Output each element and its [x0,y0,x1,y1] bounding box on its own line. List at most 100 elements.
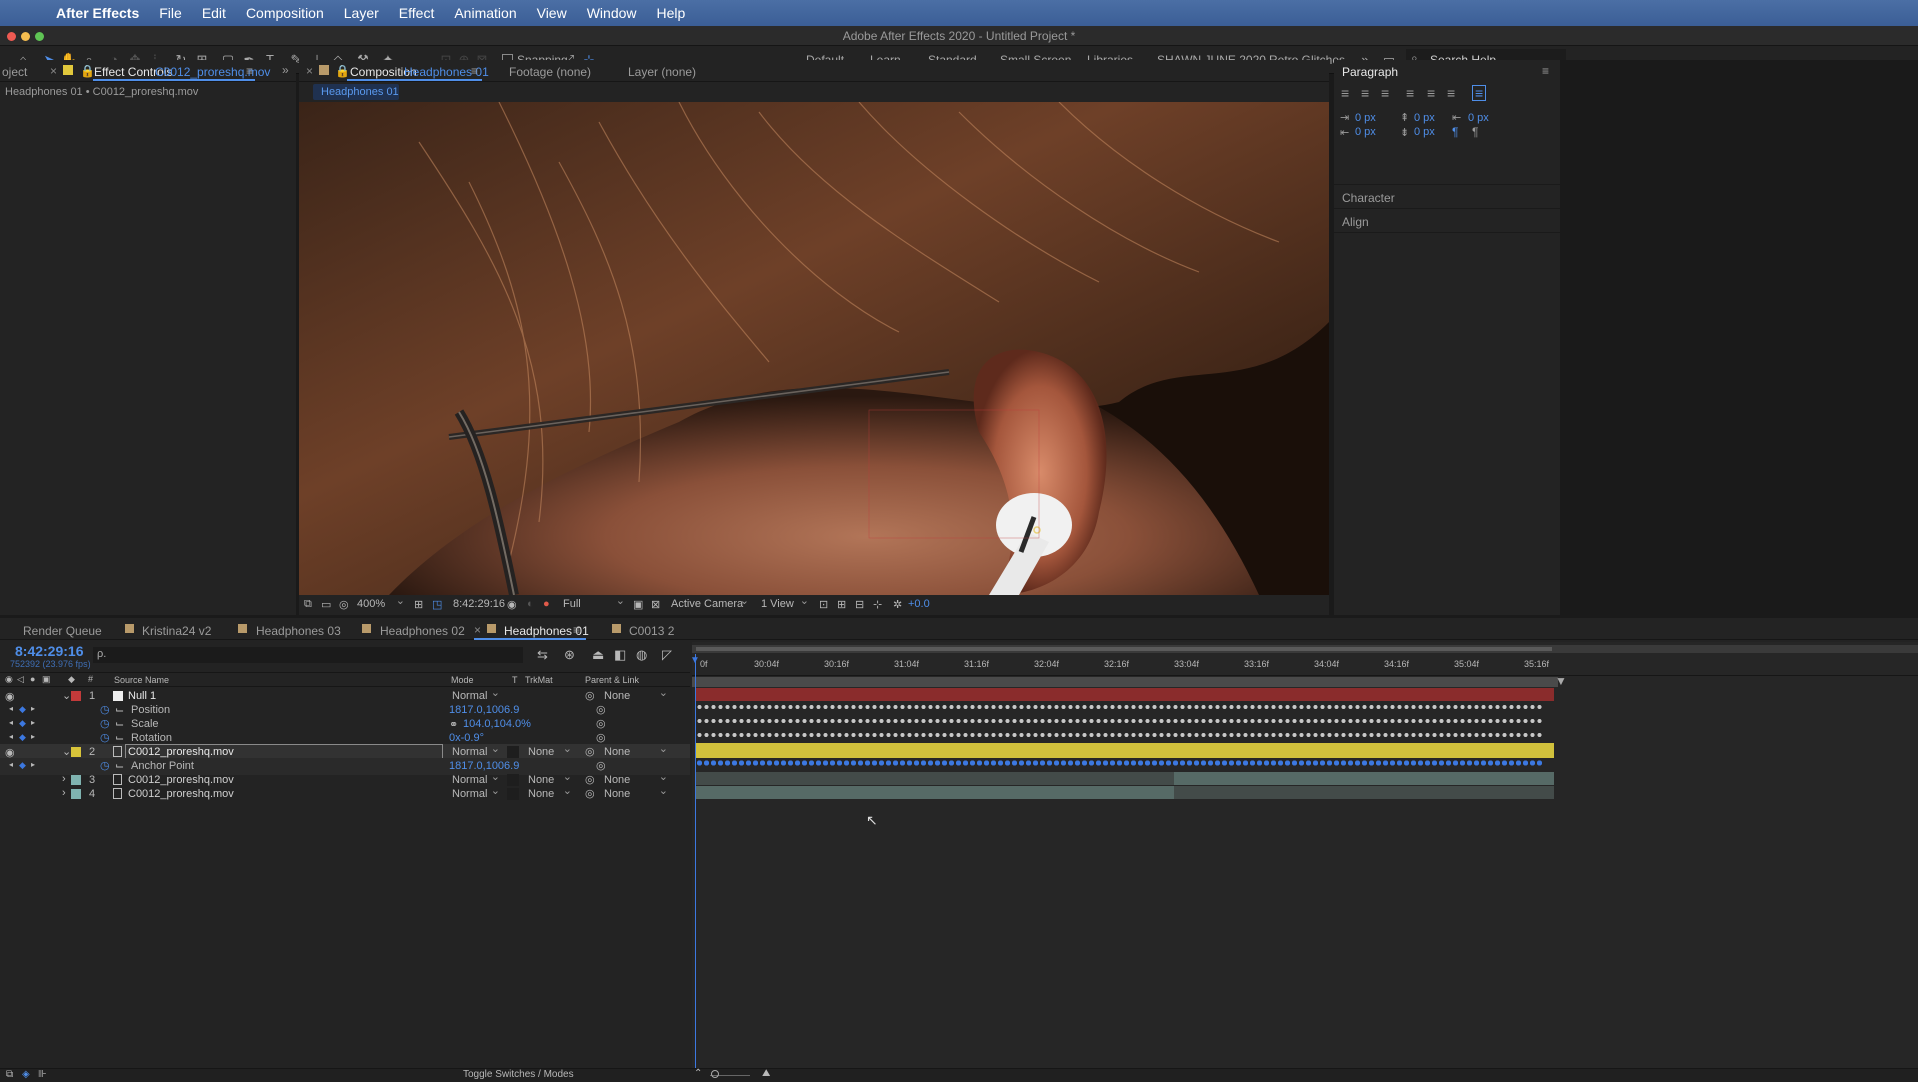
justify-last-right-icon[interactable]: ≡ [1447,85,1455,101]
scale-keyframes[interactable] [696,717,1544,725]
trkmat-dropdown[interactable]: None [528,742,574,758]
layer-mode-dropdown[interactable]: Normal [452,784,502,800]
justify-last-left-icon[interactable]: ≡ [1406,85,1414,101]
graph-icon[interactable]: ⌙ [115,703,124,716]
position-value[interactable]: 1817.0,1006.9 [449,704,519,716]
expand-panels-icon[interactable]: » [282,63,289,77]
menu-window[interactable]: Window [577,5,647,21]
pick-whip-icon[interactable]: ◎ [585,689,595,702]
twirl-closed-icon[interactable]: › [62,787,66,799]
draft-3d-icon[interactable]: ⊛ [564,647,575,663]
close-tab-icon[interactable]: × [306,64,313,78]
layer-name-edit-field[interactable]: C0012_proreshq.mov [125,744,443,759]
timeline-graph-area[interactable]: 0f 30:04f 30:16f 31:04f 31:16f 32:04f 32… [690,642,1918,1082]
panel-menu-icon[interactable]: ≡ [471,64,478,78]
expression-pick-whip-icon[interactable]: ◎ [596,717,606,730]
indent-left-value[interactable]: 0 px [1355,112,1376,124]
layer-bar-c0012-selected[interactable] [696,743,1554,758]
preserve-transparency-toggle[interactable] [507,774,519,786]
layer-bar-active-segment[interactable] [696,786,1174,799]
stopwatch-icon[interactable]: ◷ [100,759,110,772]
stopwatch-icon[interactable]: ◷ [100,731,110,744]
tab-render-queue[interactable]: Render Queue [23,624,102,638]
layer-label-swatch[interactable] [71,789,81,799]
camera-dropdown[interactable]: Active Camera [671,594,751,610]
close-tab-icon[interactable]: × [474,623,481,637]
viewer-timecode[interactable]: 8:42:29:16 [453,598,505,610]
toggle-switches-modes[interactable]: Toggle Switches / Modes [463,1069,574,1080]
keyframe-icon[interactable]: ◆ [19,704,26,715]
twirl-closed-icon[interactable]: › [62,773,66,785]
show-snapshot-icon[interactable]: ◐ [527,598,534,610]
time-ruler[interactable]: 0f 30:04f 30:16f 31:04f 31:16f 32:04f 32… [692,654,1918,676]
panel-menu-icon[interactable]: ≡ [1542,64,1549,78]
indent-first-value[interactable]: 0 px [1468,112,1489,124]
in-out-panes-icon[interactable]: ⊪ [38,1069,47,1080]
stopwatch-icon[interactable]: ◷ [100,717,110,730]
position-keyframes[interactable] [696,703,1544,711]
tab-c0013-2[interactable]: C0013 2 [629,624,674,638]
align-left-icon[interactable]: ≡ [1341,85,1349,101]
twirl-open-icon[interactable]: ⌄ [62,689,71,702]
prev-keyframe-icon[interactable]: ◂ [9,760,13,769]
ltr-direction-icon[interactable]: ¶ [1452,125,1458,139]
source-name-header[interactable]: Source Name [114,675,169,685]
layer-name[interactable]: C0012_proreshq.mov [128,788,234,800]
layer-mode-dropdown[interactable]: Normal [452,742,502,758]
graph-icon[interactable]: ⌙ [115,717,124,730]
tab-kristina24-v2[interactable]: Kristina24 v2 [142,624,211,638]
pick-whip-icon[interactable]: ◎ [585,745,595,758]
lock-icon[interactable]: 🔒 [335,64,350,78]
expression-pick-whip-icon[interactable]: ◎ [596,703,606,716]
trkmat-dropdown[interactable]: None [528,784,574,800]
layer-label-swatch[interactable] [71,691,81,701]
menu-edit[interactable]: Edit [192,5,236,21]
keyframe-icon[interactable]: ◆ [19,732,26,743]
expression-pick-whip-icon[interactable]: ◎ [596,759,606,772]
comp-mini-flowchart-icon[interactable]: ⇆ [537,647,548,663]
menu-composition[interactable]: Composition [236,5,334,21]
parent-link-header[interactable]: Parent & Link [585,675,639,685]
tab-footage[interactable]: Footage (none) [509,65,591,79]
snapshot-icon[interactable]: ◉ [507,598,517,611]
next-keyframe-icon[interactable]: ▸ [31,718,35,727]
align-center-icon[interactable]: ≡ [1361,85,1369,101]
anchor-point-keyframes[interactable] [696,759,1544,767]
layer-parent-dropdown[interactable]: None [604,686,670,702]
prev-keyframe-icon[interactable]: ◂ [9,718,13,727]
next-keyframe-icon[interactable]: ▸ [31,732,35,741]
layer-name[interactable]: C0012_proreshq.mov [128,774,234,786]
current-time-display[interactable]: 8:42:29:16 [15,643,84,659]
next-keyframe-icon[interactable]: ▸ [31,704,35,713]
toggle-pixel-aspect-icon[interactable]: ⊡ [819,598,828,611]
preserve-transparency-toggle[interactable] [507,788,519,800]
magnification-dropdown[interactable]: 400% [357,594,407,610]
menu-animation[interactable]: Animation [444,5,526,21]
graph-icon[interactable]: ⌙ [115,731,124,744]
playhead-handle-icon[interactable]: ▼ [690,655,700,666]
expression-pick-whip-icon[interactable]: ◎ [596,731,606,744]
layer-bar-null-1[interactable] [696,688,1554,701]
rtl-direction-icon[interactable]: ¶ [1472,125,1478,139]
align-panel-header[interactable]: Align [1342,215,1369,229]
always-preview-icon[interactable]: ⧉ [304,598,312,611]
space-before-value[interactable]: 0 px [1414,112,1435,124]
shy-layers-icon[interactable]: ⏏ [592,647,604,663]
exposure-value[interactable]: +0.0 [908,598,930,610]
rotation-keyframes[interactable] [696,731,1544,739]
keyframe-icon[interactable]: ◆ [19,760,26,771]
menu-app-name[interactable]: After Effects [52,5,149,21]
minimize-window-button[interactable] [21,32,30,41]
flowchart-icon[interactable]: ⊹ [873,598,882,611]
transfer-controls-icon[interactable]: ◈ [22,1069,30,1080]
3d-renderer-icon[interactable]: ⊞ [837,598,846,611]
layer-bar-c0012-3[interactable] [696,772,1554,785]
layer-switches-icon[interactable]: ⧉ [6,1069,13,1080]
work-area-bar[interactable] [692,645,1918,653]
composition-viewer[interactable] [299,102,1329,595]
menu-effect[interactable]: Effect [389,5,445,21]
graph-icon[interactable]: ⌙ [115,759,124,772]
comp-navigator-tab[interactable]: Headphones 01 [313,84,399,100]
menu-file[interactable]: File [149,5,192,21]
vr-icon[interactable]: ▭ [321,598,331,611]
